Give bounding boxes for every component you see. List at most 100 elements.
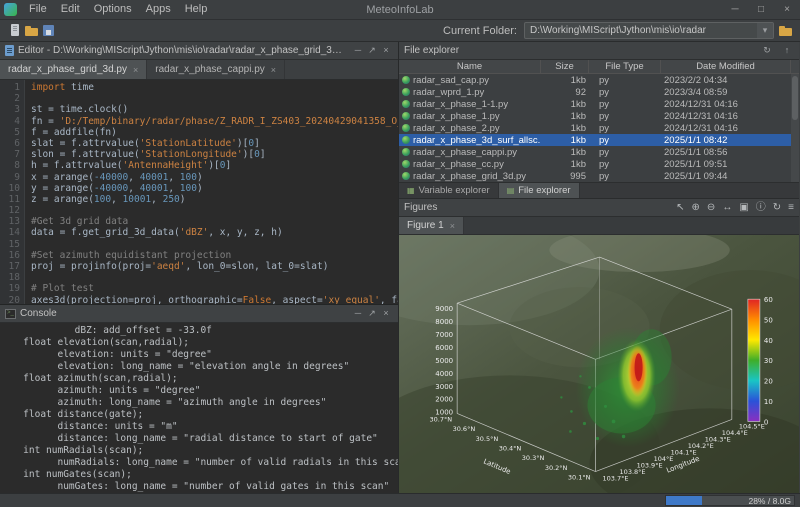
maximize-button[interactable]: □ (748, 0, 774, 19)
code-editor[interactable]: 1234567891011121314151617181920 import t… (0, 80, 398, 304)
editor-tab-radar-x-phase-cappi-py[interactable]: radar_x_phase_cappi.py× (147, 60, 285, 79)
browse-folder-button[interactable] (778, 23, 793, 38)
memory-indicator[interactable]: 28% / 8.0G (665, 495, 795, 506)
code-line (31, 272, 398, 283)
colorbar (748, 299, 760, 421)
left-column: Editor - D:\Working\MIScript\Jython\mis\… (0, 42, 399, 493)
right-column: File explorer ↻ ↑ NameSizeFile TypeDate M… (399, 42, 799, 493)
file-row[interactable]: radar_x_phase_1.py1kbpy2024/12/31 04:16 (399, 110, 799, 122)
file-type: py (589, 147, 661, 158)
current-folder-combobox[interactable]: D:\Working\MIScript\Jython\mis\io\radar … (524, 22, 774, 39)
line-number: 18 (0, 272, 20, 283)
save-icon[interactable] (41, 23, 56, 38)
z-axis-tick: 6000 (435, 343, 453, 352)
current-folder-label: Current Folder: (443, 25, 517, 37)
minimize-button[interactable]: ─ (722, 0, 748, 19)
z-axis-tick: 3000 (435, 382, 453, 391)
file-size: 1kb (541, 135, 589, 146)
float-panel-icon[interactable]: ↗ (365, 305, 379, 322)
close-panel-icon[interactable]: × (379, 42, 393, 59)
latitude-tick: 30.6°N (453, 425, 476, 433)
menu-help[interactable]: Help (178, 0, 215, 19)
figure-canvas[interactable]: 90008000700060005000400030002000100030.7… (399, 235, 799, 495)
zoom-in-icon[interactable]: ⊕ (692, 199, 700, 216)
line-number: 12 (0, 205, 20, 216)
file-row[interactable]: radar_x_phase_1-1.py1kbpy2024/12/31 04:1… (399, 98, 799, 110)
identify-icon[interactable]: ⓘ (756, 199, 766, 216)
editor-tab-radar-x-phase-grid-3d-py[interactable]: radar_x_phase_grid_3d.py× (0, 60, 147, 79)
close-icon[interactable]: × (133, 65, 138, 75)
z-axis-tick: 5000 (435, 356, 453, 365)
file-name: radar_x_phase_3d_surf_allsc... (413, 135, 541, 146)
file-row[interactable]: radar_x_phase_cappi.py1kbpy2025/1/1 08:5… (399, 146, 799, 158)
menu-file[interactable]: File (22, 0, 54, 19)
file-explorer-title: File explorer (404, 45, 459, 56)
pan-icon[interactable]: ↔ (722, 199, 732, 216)
full-extent-icon[interactable]: ▣ (739, 199, 748, 216)
z-axis-tick: 2000 (435, 395, 453, 404)
fe-scrollbar-thumb[interactable] (792, 76, 798, 120)
main-area: Editor - D:\Working\MIScript\Jython\mis\… (0, 42, 800, 493)
close-button[interactable]: × (774, 0, 800, 19)
file-name: radar_x_phase_grid_3d.py (413, 171, 526, 182)
file-row[interactable]: radar_x_phase_cc.py1kbpy2025/1/1 09:51 (399, 158, 799, 170)
colorbar-tick: 40 (764, 336, 773, 345)
line-number: 3 (0, 104, 20, 115)
column-header-file-type[interactable]: File Type (589, 60, 661, 73)
menu-options[interactable]: Options (87, 0, 139, 19)
file-row[interactable]: radar_x_phase_grid_3d.py995py2025/1/1 09… (399, 170, 799, 182)
file-row[interactable]: radar_wprd_1.py92py2023/3/4 08:59 (399, 86, 799, 98)
close-icon[interactable]: × (450, 221, 455, 231)
file-type: py (589, 159, 661, 170)
tab-variable-explorer[interactable]: ▦Variable explorer (399, 183, 499, 198)
minimize-panel-icon[interactable]: ─ (351, 42, 365, 59)
line-number: 11 (0, 194, 20, 205)
file-row[interactable]: radar_x_phase_3d_surf_allsc...1kbpy2025/… (399, 134, 799, 146)
figure-tab[interactable]: Figure 1 × (399, 217, 464, 234)
code-line: slat = f.attrvalue('StationLatitude')[0] (31, 138, 398, 149)
open-file-icon[interactable] (24, 23, 39, 38)
fe-scrollbar[interactable] (791, 74, 799, 182)
refresh-icon[interactable]: ↻ (760, 42, 774, 59)
file-name: radar_x_phase_1.py (413, 111, 500, 122)
file-row[interactable]: radar_x_phase_2.py1kbpy2024/12/31 04:16 (399, 122, 799, 134)
float-panel-icon[interactable]: ↗ (365, 42, 379, 59)
close-panel-icon[interactable]: × (379, 305, 393, 322)
column-header-size[interactable]: Size (541, 60, 589, 73)
status-bar: 28% / 8.0G (0, 493, 800, 507)
parent-folder-icon[interactable]: ↑ (780, 42, 794, 59)
menu-edit[interactable]: Edit (54, 0, 87, 19)
new-script-icon[interactable] (7, 23, 22, 38)
menu-apps[interactable]: Apps (139, 0, 178, 19)
column-header-date-modified[interactable]: Date Modified (661, 60, 791, 73)
close-icon[interactable]: × (271, 65, 276, 75)
column-header-name[interactable]: Name (399, 60, 541, 73)
chevron-down-icon[interactable]: ▾ (757, 23, 773, 38)
file-name: radar_x_phase_1-1.py (413, 99, 508, 110)
latitude-tick: 30.5°N (476, 435, 499, 443)
select-arrow-icon[interactable]: ↖ (676, 199, 684, 216)
figure-tab-label: Figure 1 (407, 220, 444, 231)
editor-panel-header: Editor - D:\Working\MIScript\Jython\mis\… (0, 42, 398, 60)
rotate-icon[interactable]: ↻ (773, 199, 781, 216)
tab-label: Variable explorer (419, 185, 490, 196)
tab-file-explorer[interactable]: ▤File explorer (499, 183, 580, 198)
z-axis-tick: 8000 (435, 317, 453, 326)
fe-bottom-tabs: ▦Variable explorer▤File explorer (399, 182, 799, 198)
file-date: 2024/12/31 04:16 (661, 123, 783, 134)
file-type: py (589, 135, 661, 146)
zoom-out-icon[interactable]: ⊖ (707, 199, 715, 216)
code-line: #Get 3d grid data (31, 216, 398, 227)
minimize-panel-icon[interactable]: ─ (351, 305, 365, 322)
latitude-tick: 30.3°N (522, 454, 545, 462)
file-row[interactable]: radar_sad_cap.py1kbpy2023/2/2 04:34 (399, 74, 799, 86)
code-lines[interactable]: import timest = time.clock()fn = 'D:/Tem… (25, 80, 398, 304)
python-file-icon (402, 76, 410, 84)
file-date: 2025/1/1 08:56 (661, 147, 783, 158)
python-file-icon (402, 160, 410, 168)
figures-title: Figures (404, 202, 437, 213)
console-output[interactable]: dBZ: add_offset = -33.0f float elevation… (0, 323, 398, 493)
editor-panel: Editor - D:\Working\MIScript\Jython\mis\… (0, 42, 398, 304)
memory-text: 28% / 8.0G (748, 496, 791, 506)
menu-icon[interactable]: ≡ (788, 199, 794, 216)
